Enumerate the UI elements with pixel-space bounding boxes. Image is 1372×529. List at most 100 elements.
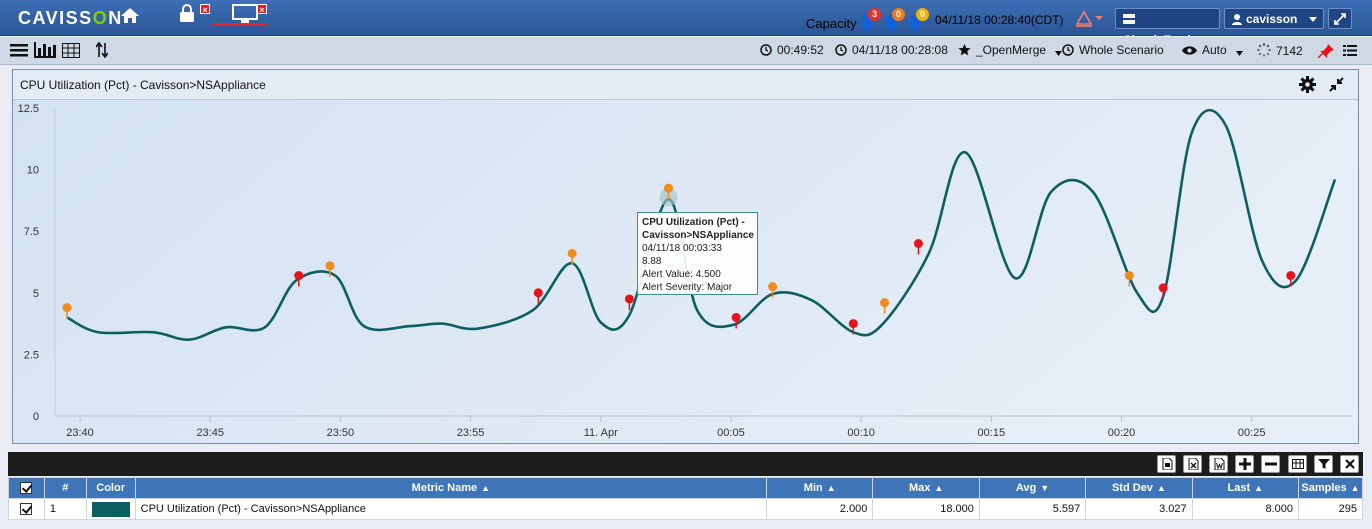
user-menu-button[interactable]: cavisson: [1224, 8, 1324, 29]
collapse-icon[interactable]: [1329, 77, 1344, 92]
critical-alert-marker[interactable]: [848, 319, 858, 329]
chevron-down-icon: [1309, 17, 1317, 22]
table-row[interactable]: 1 CPU Utilization (Pct) - Cavisson>NSApp…: [8, 498, 1364, 520]
column-header-avg[interactable]: Avg ▼︎: [978, 477, 1087, 499]
list-menu-icon[interactable]: [1343, 44, 1357, 57]
excel-icon: [1188, 458, 1199, 470]
tooltip-alert-value: Alert Value: 4.500: [642, 269, 721, 280]
x-tick-label: 23:40: [66, 427, 94, 439]
critical-alert-marker[interactable]: [533, 288, 543, 298]
select-all-checkbox[interactable]: [8, 477, 45, 499]
graph-toolbar: 00:49:52 04/11/18 00:28:08 _OpenMerge Wh…: [0, 37, 1372, 65]
export-excel-button[interactable]: [1183, 455, 1202, 473]
tooltip-time: 04/11/18 00:03:33: [642, 243, 722, 254]
row-checkbox[interactable]: [8, 498, 45, 520]
row-index: 1: [43, 498, 87, 520]
critical-alert-marker[interactable]: [624, 294, 634, 304]
project-button[interactable]: Cloud_Testing: [1115, 8, 1220, 47]
major-alert-marker[interactable]: [325, 261, 335, 271]
column-header-color[interactable]: Color: [85, 477, 136, 499]
major-alert-marker[interactable]: [62, 303, 72, 313]
bar-chart-icon[interactable]: [34, 42, 56, 58]
clock-icon: [1062, 44, 1074, 56]
sort-icon: ▲︎: [481, 483, 491, 493]
spinner-icon: [1257, 43, 1271, 57]
refresh-counter[interactable]: 7142: [1257, 43, 1303, 58]
clock-icon: [760, 44, 772, 56]
alarm-dropdown-icon[interactable]: [1075, 10, 1105, 28]
add-button[interactable]: [1235, 455, 1254, 473]
major-alert-marker[interactable]: [567, 248, 577, 258]
column-header-metric-name[interactable]: Metric Name ▲︎: [134, 477, 768, 499]
close-monitor-tab-icon[interactable]: ×: [257, 4, 267, 15]
column-header-min[interactable]: Min ▲︎: [766, 477, 874, 499]
critical-alert-marker[interactable]: [1286, 271, 1296, 281]
major-alert-marker[interactable]: [880, 298, 890, 308]
y-tick-label: 12.5: [18, 103, 39, 115]
server-datetime: 04/11/18 00:28:40(CDT): [935, 13, 1064, 27]
close-lock-tab-icon[interactable]: ×: [200, 4, 210, 15]
column-header-last[interactable]: Last ▲︎: [1191, 477, 1299, 499]
monitor-icon[interactable]: [232, 4, 258, 24]
x-tick-label: 23:50: [327, 427, 355, 439]
open-merge-dropdown[interactable]: _OpenMerge: [958, 43, 1063, 57]
x-tick-label: 00:10: [847, 427, 875, 439]
critical-alert-marker[interactable]: [913, 239, 923, 249]
cavisson-logo[interactable]: CAVISSON: [18, 8, 123, 29]
column-header-std-dev[interactable]: Std Dev ▲︎: [1085, 477, 1193, 499]
scenario-selector[interactable]: Whole Scenario: [1062, 43, 1164, 57]
gear-icon[interactable]: [1299, 76, 1316, 93]
fullscreen-button[interactable]: [1328, 8, 1352, 29]
panel-title: CPU Utilization (Pct) - Cavisson>NSAppli…: [20, 78, 266, 92]
x-tick-label: 23:45: [196, 427, 224, 439]
sort-arrows-icon[interactable]: [96, 42, 108, 58]
x-tick-label: 00:05: [717, 427, 745, 439]
sort-desc-icon: ▼︎: [1040, 483, 1050, 493]
column-header-index[interactable]: #: [43, 477, 87, 499]
table-header-row: # Color Metric Name ▲︎ Min ▲︎ Max ▲︎ Avg ▼︎ …: [8, 477, 1364, 499]
start-time: 04/11/18 00:28:08: [835, 43, 948, 57]
lock-icon[interactable]: [178, 4, 196, 22]
major-alert-marker[interactable]: [768, 282, 778, 292]
panel-header: CPU Utilization (Pct) - Cavisson>NSAppli…: [13, 70, 1358, 100]
star-icon: [958, 44, 971, 56]
critical-alert-marker[interactable]: [731, 312, 741, 322]
close-grid-button[interactable]: [1340, 455, 1359, 473]
sort-icon: ▲︎: [1254, 483, 1264, 493]
export-word-button[interactable]: [1209, 455, 1228, 473]
minor-alert-count: 0: [916, 8, 929, 21]
export-pdf-button[interactable]: [1157, 455, 1176, 473]
row-last: 8.000: [1191, 498, 1299, 520]
row-color-cell: [85, 498, 136, 520]
critical-alert-marker[interactable]: [294, 271, 304, 281]
remove-button[interactable]: [1261, 455, 1280, 473]
top-bar: CAVISSON × × Capacity 3 0 0 04/11/18 00:…: [0, 0, 1372, 47]
filter-button[interactable]: [1314, 455, 1333, 473]
home-icon[interactable]: [120, 6, 140, 26]
table-view-icon[interactable]: [62, 43, 80, 58]
metrics-table: # Color Metric Name ▲︎ Min ▲︎ Max ▲︎ Avg ▼︎ …: [8, 477, 1364, 520]
column-header-max[interactable]: Max ▲︎: [872, 477, 980, 499]
critical-alert-marker[interactable]: [1158, 283, 1168, 293]
y-tick-label: 10: [27, 165, 39, 177]
menu-icon[interactable]: [10, 43, 28, 58]
column-header-samples[interactable]: Samples ▲︎: [1297, 477, 1364, 499]
y-tick-label: 0: [33, 411, 39, 423]
expand-icon: [1334, 13, 1346, 25]
pin-icon[interactable]: [1318, 44, 1334, 58]
row-max: 18.000: [872, 498, 980, 520]
chart-tooltip: CPU Utilization (Pct) - Cavisson>NSAppli…: [637, 212, 758, 295]
minus-icon: [1265, 462, 1277, 466]
color-swatch[interactable]: [91, 501, 130, 517]
table-icon: [1292, 459, 1304, 469]
x-tick-label: 00:15: [978, 427, 1006, 439]
major-alert-marker[interactable]: [663, 183, 673, 193]
view-mode-dropdown[interactable]: Auto: [1182, 43, 1244, 57]
column-chooser-button[interactable]: [1288, 455, 1307, 473]
sort-icon: ▲︎: [1156, 483, 1166, 493]
sort-icon: ▲︎: [826, 483, 836, 493]
major-alert-marker[interactable]: [1124, 271, 1134, 281]
grid-toolbar: [8, 452, 1363, 476]
critical-alert-count: 3: [868, 8, 881, 21]
tooltip-alert-severity: Alert Severity: Major: [642, 282, 733, 293]
